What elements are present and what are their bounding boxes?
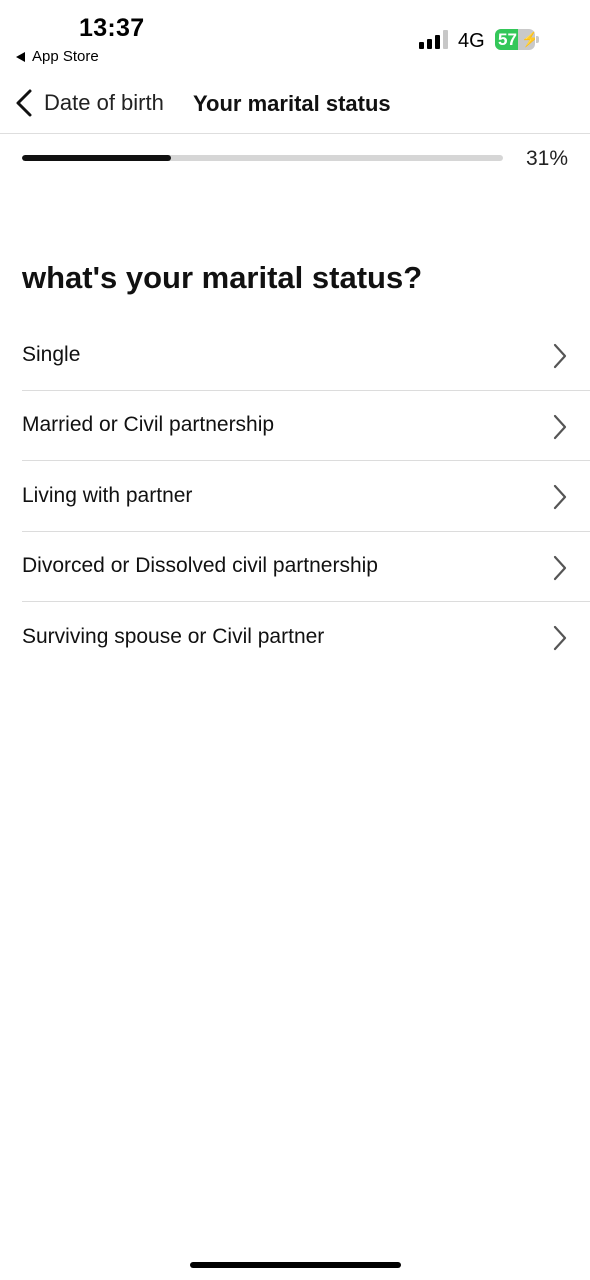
back-button[interactable]: Date of birth (14, 88, 164, 118)
chevron-right-icon (553, 625, 567, 651)
progress-percent: 31% (525, 147, 568, 170)
option-label: Married or Civil partnership (22, 413, 275, 437)
page-title: Your marital status (193, 91, 391, 116)
chevron-right-icon (553, 343, 567, 369)
navigation-bar: Date of birth Your marital status (0, 72, 590, 134)
progress-indicator: 31% (22, 146, 568, 172)
marital-status-options: Single Married or Civil partnership Living… (22, 320, 590, 673)
status-bar: 13:37 App Store 4G 57 ⚡ (0, 0, 590, 72)
back-button-label: Date of birth (44, 90, 164, 115)
network-type: 4G (458, 30, 485, 52)
chevron-left-icon (16, 89, 32, 117)
list-item[interactable]: Married or Civil partnership (22, 391, 590, 461)
list-item[interactable]: Single (22, 320, 590, 391)
status-time: 13:37 (79, 14, 145, 42)
option-label: Single (22, 342, 81, 366)
chevron-right-icon (553, 484, 567, 510)
option-label: Divorced or Dissolved civil partnership (22, 554, 378, 578)
option-label: Living with partner (22, 483, 193, 507)
back-to-app-store-link[interactable]: App Store (16, 48, 99, 65)
cellular-signal-icon (419, 29, 449, 49)
list-item[interactable]: Surviving spouse or Civil partner (22, 602, 590, 673)
chevron-right-icon (553, 555, 567, 580)
list-item[interactable]: Living with partner (22, 461, 590, 532)
chevron-right-icon (553, 414, 567, 439)
progress-track (22, 155, 503, 161)
option-label: Surviving spouse or Civil partner (22, 625, 325, 649)
charging-bolt-icon: ⚡ (521, 31, 535, 48)
progress-fill (22, 155, 172, 161)
question-heading: what's your marital status? (22, 260, 423, 295)
list-item[interactable]: Divorced or Dissolved civil partnership (22, 532, 590, 602)
back-triangle-icon (16, 51, 25, 62)
back-app-label: App Store (32, 48, 99, 65)
battery-level: 57 (498, 30, 517, 49)
home-indicator[interactable] (190, 1262, 401, 1268)
battery-icon: 57 ⚡ (495, 29, 540, 50)
